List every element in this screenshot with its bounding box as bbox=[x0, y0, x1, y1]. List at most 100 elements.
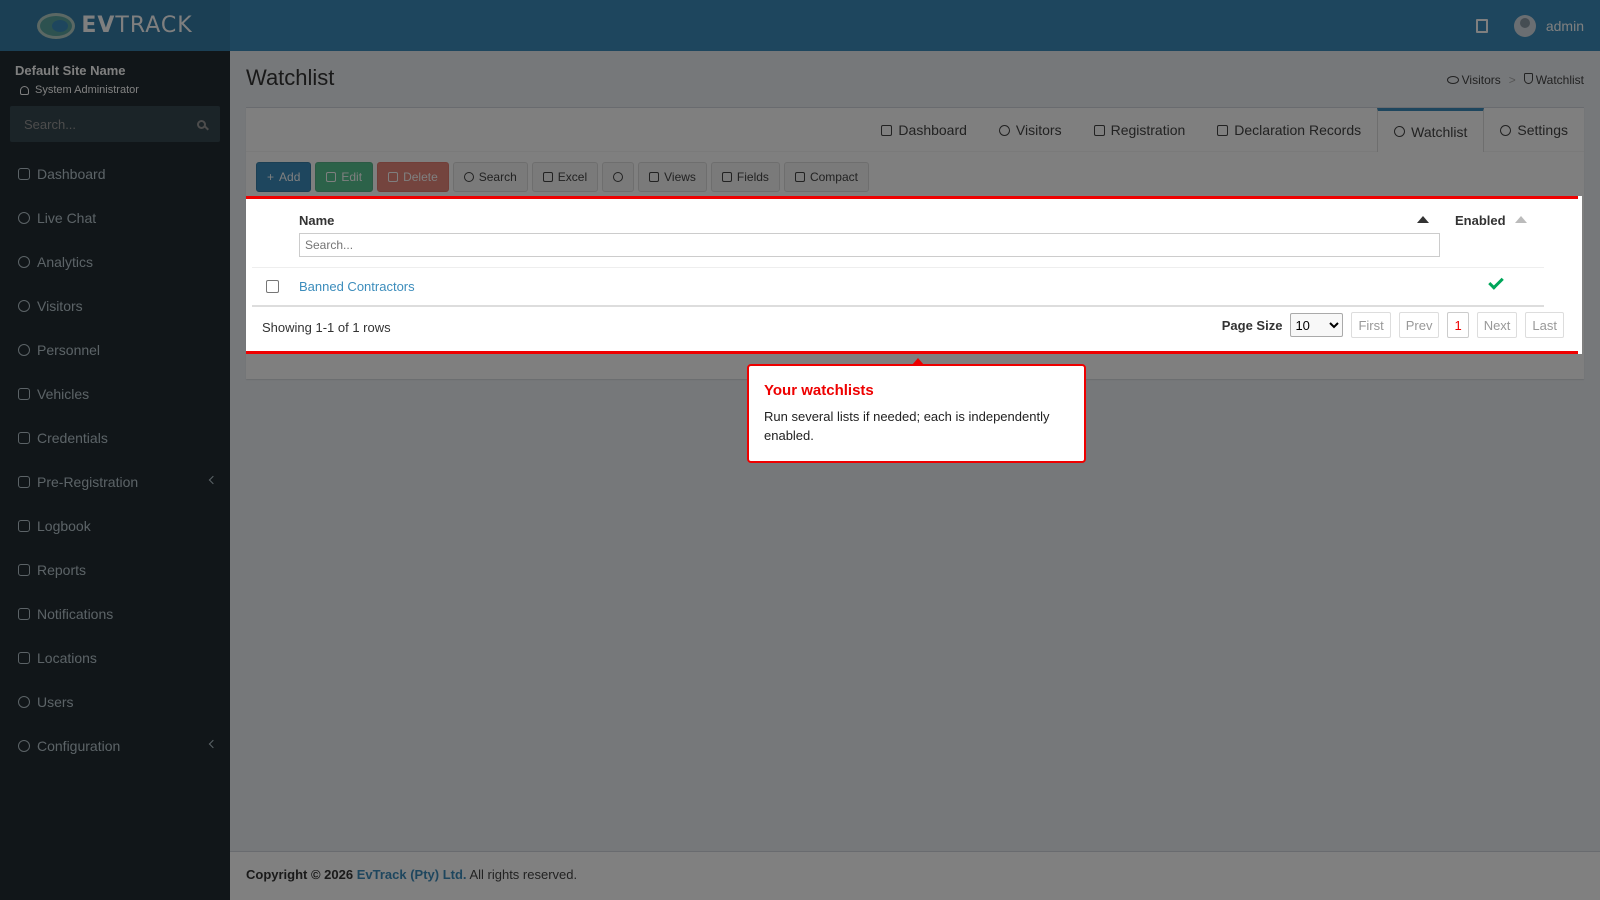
tour-tooltip: Your watchlists Run several lists if nee… bbox=[747, 358, 1086, 463]
map-icon bbox=[18, 652, 30, 664]
breadcrumb-visitors[interactable]: Visitors bbox=[1446, 73, 1501, 87]
delete-button[interactable]: Delete bbox=[377, 162, 449, 192]
views-button[interactable]: Views bbox=[638, 162, 707, 192]
user-menu[interactable]: admin bbox=[1513, 14, 1584, 37]
sidebar-search-input[interactable]: Search... bbox=[10, 106, 220, 142]
breadcrumb-watchlist: Watchlist bbox=[1523, 73, 1584, 87]
sidebar-item-users[interactable]: Users bbox=[0, 680, 230, 724]
compact-button[interactable]: Compact bbox=[783, 162, 869, 192]
edit-icon bbox=[1217, 124, 1229, 136]
table-row[interactable]: Banned Contractors bbox=[252, 267, 1544, 307]
chart-icon bbox=[18, 564, 30, 576]
sidebar-item-visitors[interactable]: Visitors bbox=[0, 284, 230, 328]
sidebar-item-pre-registration[interactable]: Pre-Registration bbox=[0, 460, 230, 504]
bookmark-icon bbox=[649, 172, 660, 182]
id-card-icon bbox=[18, 432, 30, 444]
headset-icon bbox=[18, 212, 30, 224]
user-cog-icon bbox=[18, 696, 30, 708]
add-button[interactable]: + Add bbox=[256, 162, 312, 192]
sort-asc-icon[interactable] bbox=[1515, 216, 1527, 223]
page-size-label: Page Size bbox=[1221, 317, 1283, 333]
search-icon[interactable] bbox=[197, 119, 206, 129]
refresh-icon bbox=[613, 172, 624, 182]
sidebar-item-locations[interactable]: Locations bbox=[0, 636, 230, 680]
sidebar-item-dashboard[interactable]: Dashboard bbox=[0, 152, 230, 196]
check-icon bbox=[1488, 274, 1504, 290]
current-page[interactable]: 1 bbox=[1447, 312, 1469, 338]
tooltip-body: Run several lists if needed; each is ind… bbox=[764, 409, 1050, 443]
breadcrumb: Visitors > Watchlist bbox=[1446, 73, 1584, 87]
refresh-button[interactable] bbox=[602, 162, 635, 192]
person-icon bbox=[20, 85, 29, 95]
user-role: System Administrator bbox=[0, 78, 230, 96]
trash-icon bbox=[388, 172, 399, 182]
table-icon bbox=[542, 172, 553, 182]
eye-icon bbox=[998, 124, 1010, 136]
sidebar-item-personnel[interactable]: Personnel bbox=[0, 328, 230, 372]
eye-icon bbox=[18, 300, 30, 312]
edit-button[interactable]: Edit bbox=[315, 162, 374, 192]
next-page-button[interactable]: Next bbox=[1476, 312, 1518, 338]
excel-button[interactable]: Excel bbox=[531, 162, 599, 192]
breadcrumb-separator: > bbox=[1508, 73, 1516, 87]
sort-asc-icon[interactable] bbox=[1417, 216, 1429, 223]
name-filter-input[interactable] bbox=[299, 233, 1440, 257]
comments-icon bbox=[18, 608, 30, 620]
sidebar-item-vehicles[interactable]: Vehicles bbox=[0, 372, 230, 416]
dashboard-icon bbox=[18, 168, 30, 180]
sidebar-item-logbook[interactable]: Logbook bbox=[0, 504, 230, 548]
tab-settings[interactable]: Settings bbox=[1484, 108, 1584, 152]
pagination: Page Size 10 First Prev 1 Next Last bbox=[1222, 312, 1564, 338]
sidebar-item-configuration[interactable]: Configuration bbox=[0, 724, 230, 768]
tab-visitors[interactable]: Visitors bbox=[983, 108, 1078, 152]
sidebar-item-live-chat[interactable]: Live Chat bbox=[0, 196, 230, 240]
tab-registration[interactable]: Registration bbox=[1078, 108, 1202, 152]
sidebar-nav: Dashboard Live Chat Analytics Visitors P… bbox=[0, 152, 230, 768]
target-icon bbox=[18, 256, 30, 268]
username: admin bbox=[1545, 17, 1584, 34]
site-name: Default Site Name bbox=[15, 63, 126, 78]
tab-watchlist[interactable]: Watchlist bbox=[1377, 108, 1485, 152]
grid-body: Name Enabled Banned Contractors Showing … bbox=[246, 196, 1578, 354]
company-link[interactable]: EvTrack (Pty) Ltd. bbox=[357, 867, 467, 882]
eye-icon bbox=[1446, 76, 1459, 84]
tooltip-title: Your watchlists bbox=[764, 382, 874, 399]
exchange-icon bbox=[18, 476, 30, 488]
row-checkbox[interactable] bbox=[266, 280, 279, 293]
search-button[interactable]: Search bbox=[452, 162, 528, 192]
watchlist-name-link[interactable]: Banned Contractors bbox=[299, 279, 415, 294]
exchange-icon bbox=[1093, 124, 1105, 136]
avatar bbox=[1513, 14, 1536, 37]
ban-icon bbox=[1394, 126, 1406, 137]
sidebar-item-notifications[interactable]: Notifications bbox=[0, 592, 230, 636]
module-tabs: Dashboard Visitors Registration Declarat… bbox=[865, 108, 1584, 152]
top-header: EVTRACK admin bbox=[0, 0, 1600, 51]
page-footer: Copyright © 2026 EvTrack (Pty) Ltd. All … bbox=[230, 851, 1600, 900]
watchlist-grid: Name Enabled Banned Contractors Showing … bbox=[246, 196, 1582, 354]
sidebar-item-analytics[interactable]: Analytics bbox=[0, 240, 230, 284]
column-header-name[interactable]: Name bbox=[299, 213, 334, 228]
chevron-left-icon bbox=[208, 475, 218, 485]
users-icon bbox=[18, 344, 30, 356]
page-title: Watchlist bbox=[246, 65, 335, 90]
book-icon bbox=[18, 520, 30, 532]
logo[interactable]: EVTRACK bbox=[0, 0, 230, 51]
sidebar-item-credentials[interactable]: Credentials bbox=[0, 416, 230, 460]
plus-icon: + bbox=[267, 170, 275, 184]
fields-button[interactable]: Fields bbox=[710, 162, 780, 192]
walking-icon bbox=[881, 124, 893, 136]
page-size-select[interactable]: 10 bbox=[1290, 313, 1344, 337]
last-page-button[interactable]: Last bbox=[1525, 312, 1564, 338]
sidebar-item-reports[interactable]: Reports bbox=[0, 548, 230, 592]
list-icon bbox=[794, 172, 805, 182]
building-icon[interactable] bbox=[1475, 18, 1488, 33]
column-header-enabled[interactable]: Enabled bbox=[1455, 213, 1506, 228]
prev-page-button[interactable]: Prev bbox=[1398, 312, 1440, 338]
tab-declaration-records[interactable]: Declaration Records bbox=[1201, 108, 1377, 152]
rows-info: Showing 1-1 of 1 rows bbox=[262, 320, 391, 335]
tab-dashboard[interactable]: Dashboard bbox=[865, 108, 983, 152]
first-page-button[interactable]: First bbox=[1351, 312, 1391, 338]
sidebar: Default Site Name System Administrator S… bbox=[0, 51, 230, 900]
brand-name: EVTRACK bbox=[81, 13, 193, 38]
logo-mark-icon bbox=[37, 12, 76, 39]
